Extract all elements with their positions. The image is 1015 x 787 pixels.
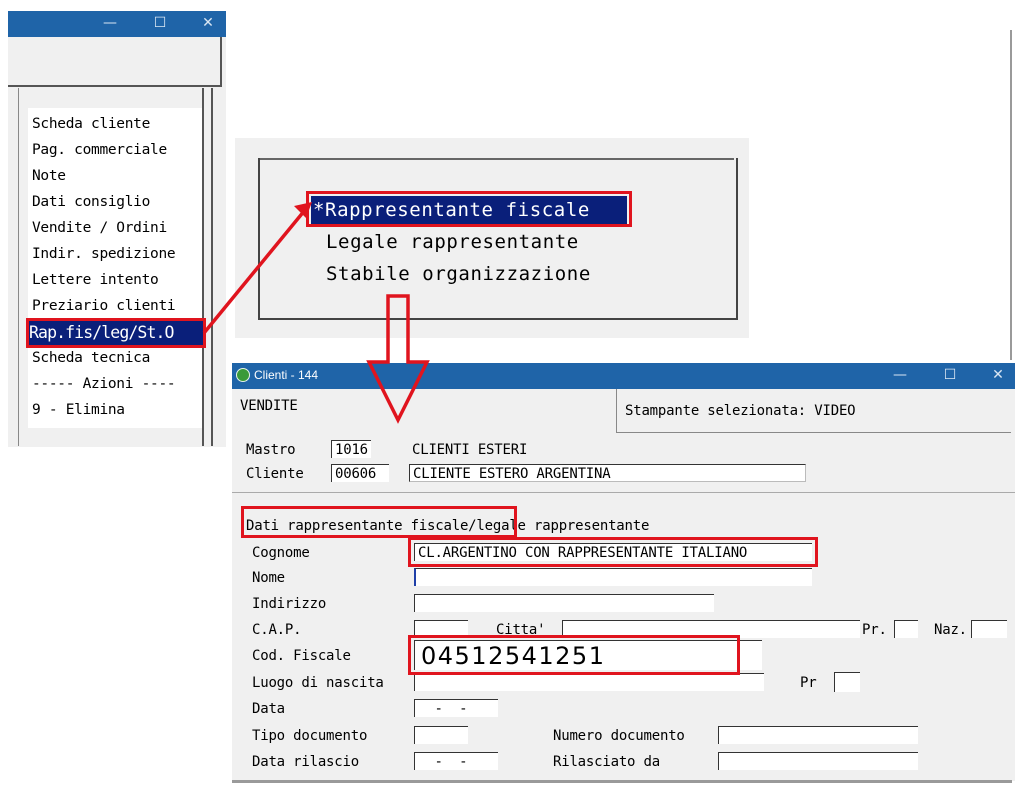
diagonal-arrow-icon [202,202,312,335]
annotation-arrows [202,202,430,424]
down-arrow-icon [366,294,430,424]
